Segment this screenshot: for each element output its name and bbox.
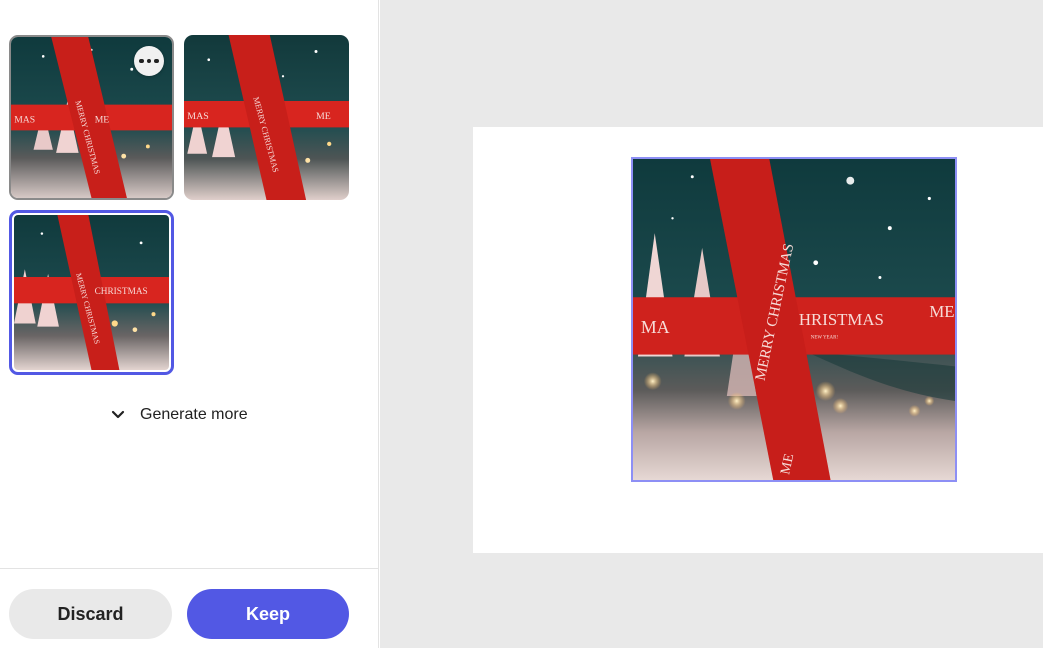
banner-text-2: ME <box>95 114 110 125</box>
variation-thumbnail-3-selected[interactable]: CHRISTMAS MERRY CHRISTMAS <box>9 210 174 375</box>
banner-text: CHRISTMAS <box>95 287 148 297</box>
variation-thumbnail-2[interactable]: MAS ME MERRY CHRISTMAS <box>184 35 349 200</box>
variations-panel: MAS ME MERRY CHRISTMAS MAS ME MERRY CHRI… <box>0 0 379 648</box>
ellipsis-icon[interactable] <box>134 46 164 76</box>
discard-button[interactable]: Discard <box>9 589 172 639</box>
banner-text-2: ME <box>316 111 331 122</box>
banner-main-text: HRISTMAS <box>799 310 884 329</box>
generate-more-label: Generate more <box>140 406 248 423</box>
footer-divider <box>0 568 379 569</box>
selected-image-preview[interactable]: MA HRISTMAS ME NEW YEAR! MERRY CHRISTMAS… <box>631 157 957 482</box>
preview-image: MA HRISTMAS ME NEW YEAR! MERRY CHRISTMAS… <box>633 159 955 480</box>
banner-small-text: NEW YEAR! <box>811 336 839 341</box>
banner-text: MAS <box>187 111 208 122</box>
variation-image-3: CHRISTMAS MERRY CHRISTMAS <box>14 215 169 370</box>
keep-button[interactable]: Keep <box>187 589 349 639</box>
generate-more-button[interactable]: Generate more <box>108 402 248 428</box>
variation-image-2: MAS ME MERRY CHRISTMAS <box>184 35 349 200</box>
banner-left-text: MA <box>641 317 670 337</box>
banner-text: MAS <box>14 114 35 125</box>
variation-thumbnail-1[interactable]: MAS ME MERRY CHRISTMAS <box>9 35 174 200</box>
chevron-down-icon <box>111 410 125 419</box>
banner-right-text: ME <box>929 302 954 321</box>
